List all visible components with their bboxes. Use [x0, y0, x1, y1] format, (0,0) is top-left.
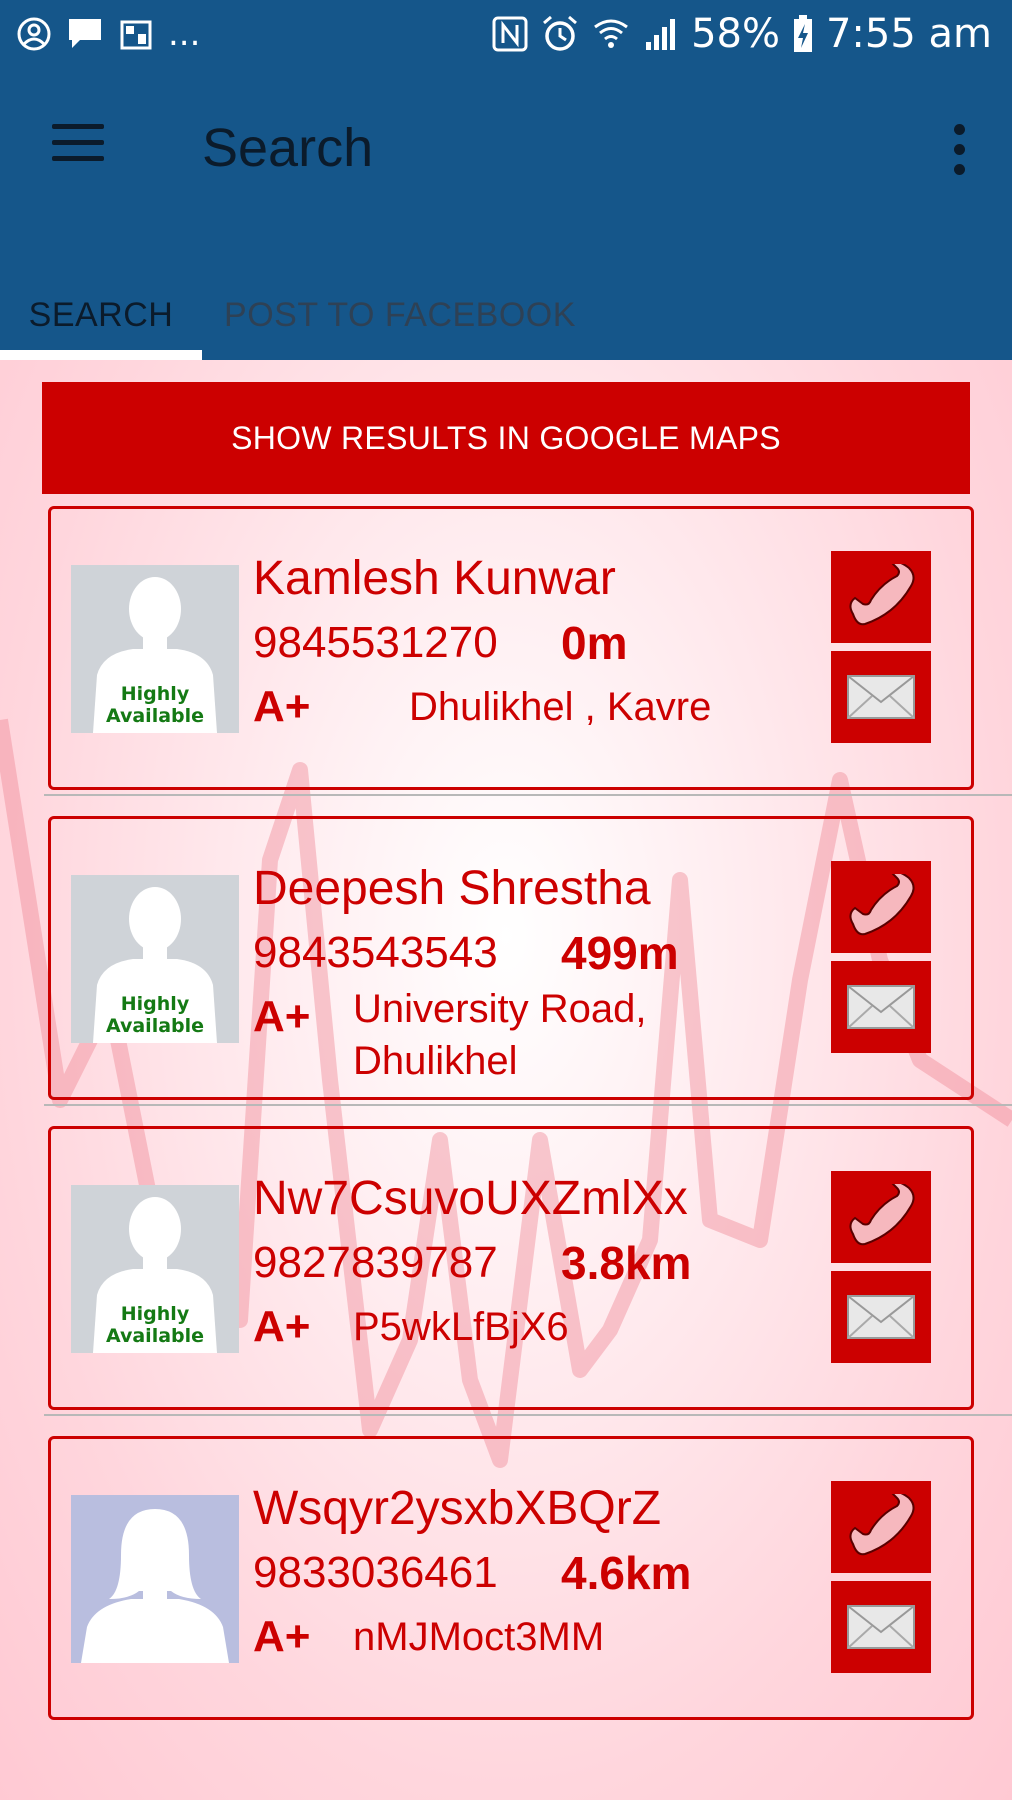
call-button[interactable]: [831, 861, 931, 953]
blood-group: A+: [253, 992, 311, 1041]
call-button[interactable]: [831, 1481, 931, 1573]
male-avatar-icon: Highly Available: [71, 565, 239, 733]
donor-distance: 0m: [561, 617, 628, 669]
signal-icon: [646, 19, 676, 50]
message-button[interactable]: [831, 651, 931, 743]
donor-phone: 9845531270: [253, 618, 498, 667]
search-results[interactable]: SHOW RESULTS IN GOOGLE MAPS Highly Avail…: [0, 360, 1012, 1800]
donor-name: Nw7CsuvoUXZmlXx: [253, 1172, 688, 1225]
male-avatar-icon: Highly Available: [71, 1185, 239, 1353]
donor-phone: 9833036461: [253, 1548, 498, 1597]
divider: [44, 1104, 1012, 1106]
male-avatar-icon: Highly Available: [71, 875, 239, 1043]
donor-card[interactable]: Highly Available Kamlesh Kunwar 98455312…: [48, 506, 974, 790]
message-button[interactable]: [831, 1581, 931, 1673]
donor-phone: 9827839787: [253, 1238, 498, 1287]
donor-name: Wsqyr2ysxbXBQrZ: [253, 1482, 662, 1535]
more-vert-icon[interactable]: [948, 122, 972, 176]
tab-post-to-facebook[interactable]: POST TO FACEBOOK: [202, 270, 598, 360]
envelope-icon: [847, 1605, 915, 1649]
donor-card[interactable]: Highly Available Deepesh Shrestha 984354…: [48, 816, 974, 1100]
donor-distance: 499m: [561, 927, 679, 979]
donor-address: nMJMoct3MM: [353, 1615, 605, 1659]
phone-icon: [849, 874, 915, 936]
donor-address: P5wkLfBjX6: [353, 1305, 569, 1349]
donor-address: Dhulikhel , Kavre: [409, 685, 712, 729]
donor-distance: 3.8km: [561, 1237, 692, 1289]
blood-group: A+: [253, 682, 311, 731]
hamburger-menu-icon[interactable]: [42, 114, 116, 174]
app-bar: Search SEARCH POST TO FACEBOOK: [0, 70, 1012, 360]
page-title: Search: [202, 118, 374, 178]
more-notifications-text: ...: [168, 14, 201, 54]
envelope-icon: [847, 1295, 915, 1339]
call-button[interactable]: [831, 551, 931, 643]
battery-percent: 58%: [691, 11, 780, 57]
message-button[interactable]: [831, 1271, 931, 1363]
chat-bubble-icon: [69, 19, 101, 48]
account-circle-icon: [17, 17, 51, 51]
call-button[interactable]: [831, 1171, 931, 1263]
battery-charging-icon: [793, 15, 812, 52]
donor-address: University Road, Dhulikhel: [353, 987, 647, 1083]
female-avatar-icon: [71, 1495, 239, 1663]
clock: 7:55 am: [825, 11, 992, 57]
blood-group: A+: [253, 1612, 311, 1661]
donor-name: Deepesh Shrestha: [253, 862, 651, 915]
alarm-icon: [543, 15, 578, 51]
envelope-icon: [847, 985, 915, 1029]
donor-phone: 9843543543: [253, 928, 498, 977]
envelope-icon: [847, 675, 915, 719]
availability-label: Highly Available: [105, 683, 205, 727]
phone-icon: [849, 1184, 915, 1246]
phone-icon: [849, 564, 915, 626]
donor-card[interactable]: Wsqyr2ysxbXBQrZ 9833036461 4.6km A+ nMJM…: [48, 1436, 974, 1720]
wifi-icon: [594, 19, 628, 48]
status-bar: ... 58% 7:55 am: [0, 0, 1012, 70]
message-button[interactable]: [831, 961, 931, 1053]
tab-indicator: [0, 350, 202, 360]
divider: [44, 1414, 1012, 1416]
divider: [44, 794, 1012, 796]
show-in-google-maps-button[interactable]: SHOW RESULTS IN GOOGLE MAPS: [42, 382, 970, 494]
nfc-icon: [492, 16, 528, 52]
availability-label: Highly Available: [105, 993, 205, 1037]
donor-distance: 4.6km: [561, 1547, 692, 1599]
availability-label: Highly Available: [105, 1303, 205, 1347]
gallery-icon: [120, 20, 152, 50]
tab-search[interactable]: SEARCH: [0, 270, 202, 360]
status-right-icons: 58% 7:55 am: [491, 10, 992, 58]
phone-icon: [849, 1494, 915, 1556]
blood-group: A+: [253, 1302, 311, 1351]
status-left-icons: ...: [16, 14, 200, 54]
donor-card[interactable]: Highly Available Nw7CsuvoUXZmlXx 9827839…: [48, 1126, 974, 1410]
donor-name: Kamlesh Kunwar: [253, 552, 616, 605]
